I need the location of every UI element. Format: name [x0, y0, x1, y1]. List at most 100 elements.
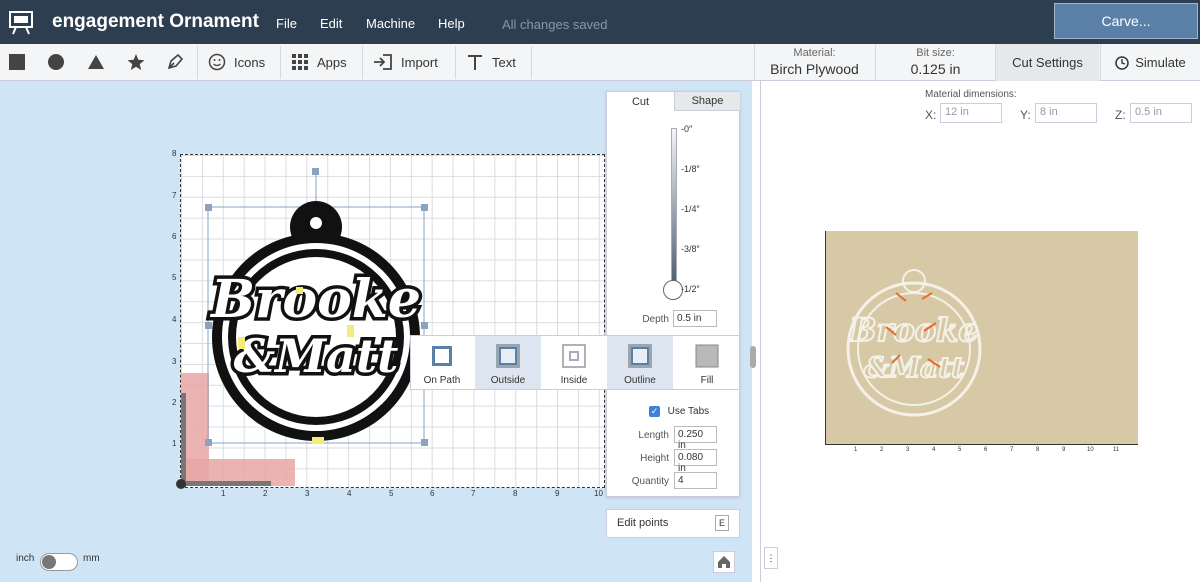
use-tabs-checkbox[interactable]: ✓ [649, 406, 660, 418]
icons-button[interactable]: Icons [208, 44, 265, 80]
easel-logo-icon[interactable] [8, 9, 34, 35]
bit-size-caption: Bit size: [916, 47, 955, 59]
mode-inside[interactable]: Inside [542, 336, 606, 389]
preview-text: &Matt [864, 351, 964, 384]
wood-preview: Brooke &Matt [826, 231, 1138, 445]
depth-input[interactable]: 0.5 in [673, 310, 717, 327]
mode-label: Outside [490, 375, 526, 386]
dim-z-input[interactable]: 0.5 in [1130, 103, 1192, 123]
mode-outline[interactable]: Outline [607, 336, 673, 389]
preview-x-tick: 8 [1036, 447, 1040, 453]
more-options-button[interactable]: ⋮ [764, 547, 778, 569]
x-tick: 5 [389, 489, 394, 498]
dim-x-input[interactable]: 12 in [940, 103, 1002, 123]
tab-length-input[interactable]: 0.250 in [674, 426, 717, 451]
depth-tick: -0″ [681, 124, 693, 134]
simulate-label: Simulate [1135, 55, 1186, 70]
dim-y-label: Y: [1020, 108, 1031, 122]
depth-tick: -1/2″ [681, 284, 700, 294]
resize-handle[interactable] [421, 322, 428, 329]
toolbar-divider [280, 46, 281, 79]
depth-slider-knob[interactable] [663, 280, 683, 300]
use-tabs-label: Use Tabs [667, 406, 710, 418]
rotate-handle[interactable] [312, 168, 319, 175]
outline-icon [628, 344, 652, 368]
tab-cut[interactable]: Cut [607, 92, 674, 111]
mode-label: Inside [560, 375, 588, 386]
y-tick: 2 [172, 398, 177, 407]
text-button[interactable]: Text [466, 44, 516, 80]
preview-x-tick: 9 [1062, 447, 1066, 453]
square-tool[interactable] [8, 44, 26, 80]
mode-fill[interactable]: Fill [675, 336, 739, 389]
circle-tool[interactable] [47, 44, 65, 80]
preview-x-tick: 1 [854, 447, 858, 453]
carve-button[interactable]: Carve... [1054, 3, 1198, 39]
preview-x-tick: 2 [880, 447, 884, 453]
cut-settings-button[interactable]: Cut Settings [995, 44, 1099, 81]
bit-size-selector[interactable]: Bit size: 0.125 in [875, 44, 995, 81]
material-dimensions-caption: Material dimensions: [925, 89, 1017, 100]
menu-edit[interactable]: Edit [320, 16, 342, 31]
menu-file[interactable]: File [276, 16, 297, 31]
y-tick: 5 [172, 273, 177, 282]
cut-settings-panel: Cut Shape -0″ -1/8″ -1/4″ -3/8″ -1/2″ De… [606, 91, 740, 497]
ornament-design[interactable]: Brooke &Matt [200, 167, 440, 452]
resize-handle[interactable] [205, 439, 212, 446]
dim-y-input[interactable]: 8 in [1035, 103, 1097, 123]
inside-icon [562, 344, 586, 368]
top-bar: engagement Ornament File Edit Machine He… [0, 0, 1200, 44]
tab-shape[interactable]: Shape [674, 92, 740, 111]
star-tool[interactable] [127, 44, 145, 80]
tab-marker[interactable] [238, 337, 245, 349]
import-button[interactable]: Import [373, 44, 438, 80]
preview-y-axis [825, 231, 826, 445]
mode-label: Fill [700, 375, 714, 386]
panel-resize-handle[interactable] [750, 346, 756, 368]
grid-icon [292, 54, 308, 70]
tab-height-input[interactable]: 0.080 in [674, 449, 717, 474]
project-title[interactable]: engagement Ornament [52, 11, 259, 33]
outside-icon [496, 344, 520, 368]
x-tick: 7 [471, 489, 476, 498]
preview-x-tick: 3 [906, 447, 910, 453]
tab-marker[interactable] [296, 287, 303, 294]
menu-help[interactable]: Help [438, 16, 465, 31]
x-tick: 6 [430, 489, 435, 498]
menu-machine[interactable]: Machine [366, 16, 415, 31]
fill-icon [695, 344, 719, 368]
unit-inch-label: inch [16, 553, 35, 564]
resize-handle[interactable] [421, 439, 428, 446]
home-button[interactable] [713, 551, 735, 573]
tab-marker[interactable] [347, 325, 354, 337]
x-tick: 2 [263, 489, 268, 498]
x-tick: 10 [594, 489, 603, 498]
keyboard-shortcut: E [715, 515, 729, 531]
apps-button[interactable]: Apps [291, 44, 347, 80]
material-selector[interactable]: Material: Birch Plywood [754, 44, 874, 81]
depth-slider-track[interactable] [671, 128, 677, 290]
unit-toggle-switch[interactable] [40, 553, 78, 571]
resize-handle[interactable] [421, 204, 428, 211]
mode-outside[interactable]: Outside [475, 336, 541, 389]
resize-handle[interactable] [205, 204, 212, 211]
preview-x-tick: 11 [1113, 447, 1120, 453]
pen-tool[interactable] [166, 44, 184, 80]
triangle-tool[interactable] [87, 44, 105, 80]
edit-points-button[interactable]: Edit points E [606, 509, 740, 538]
x-tick: 8 [513, 489, 518, 498]
use-tabs-row[interactable]: ✓ Use Tabs [649, 403, 709, 418]
x-tick: 3 [305, 489, 310, 498]
simulate-button[interactable]: Simulate [1100, 44, 1200, 81]
preview-x-tick: 4 [932, 447, 936, 453]
tab-marker[interactable] [312, 437, 324, 444]
mode-on-path[interactable]: On Path [411, 336, 473, 389]
toolbar-divider [455, 46, 456, 79]
dim-x-label: X: [925, 108, 937, 122]
origin-point[interactable] [176, 479, 186, 489]
tab-quantity-input[interactable]: 4 [674, 472, 717, 489]
material-caption: Material: [793, 47, 836, 59]
tab-length-label: Length [638, 430, 669, 441]
home-icon [718, 556, 730, 568]
design-text: &Matt [234, 329, 399, 383]
